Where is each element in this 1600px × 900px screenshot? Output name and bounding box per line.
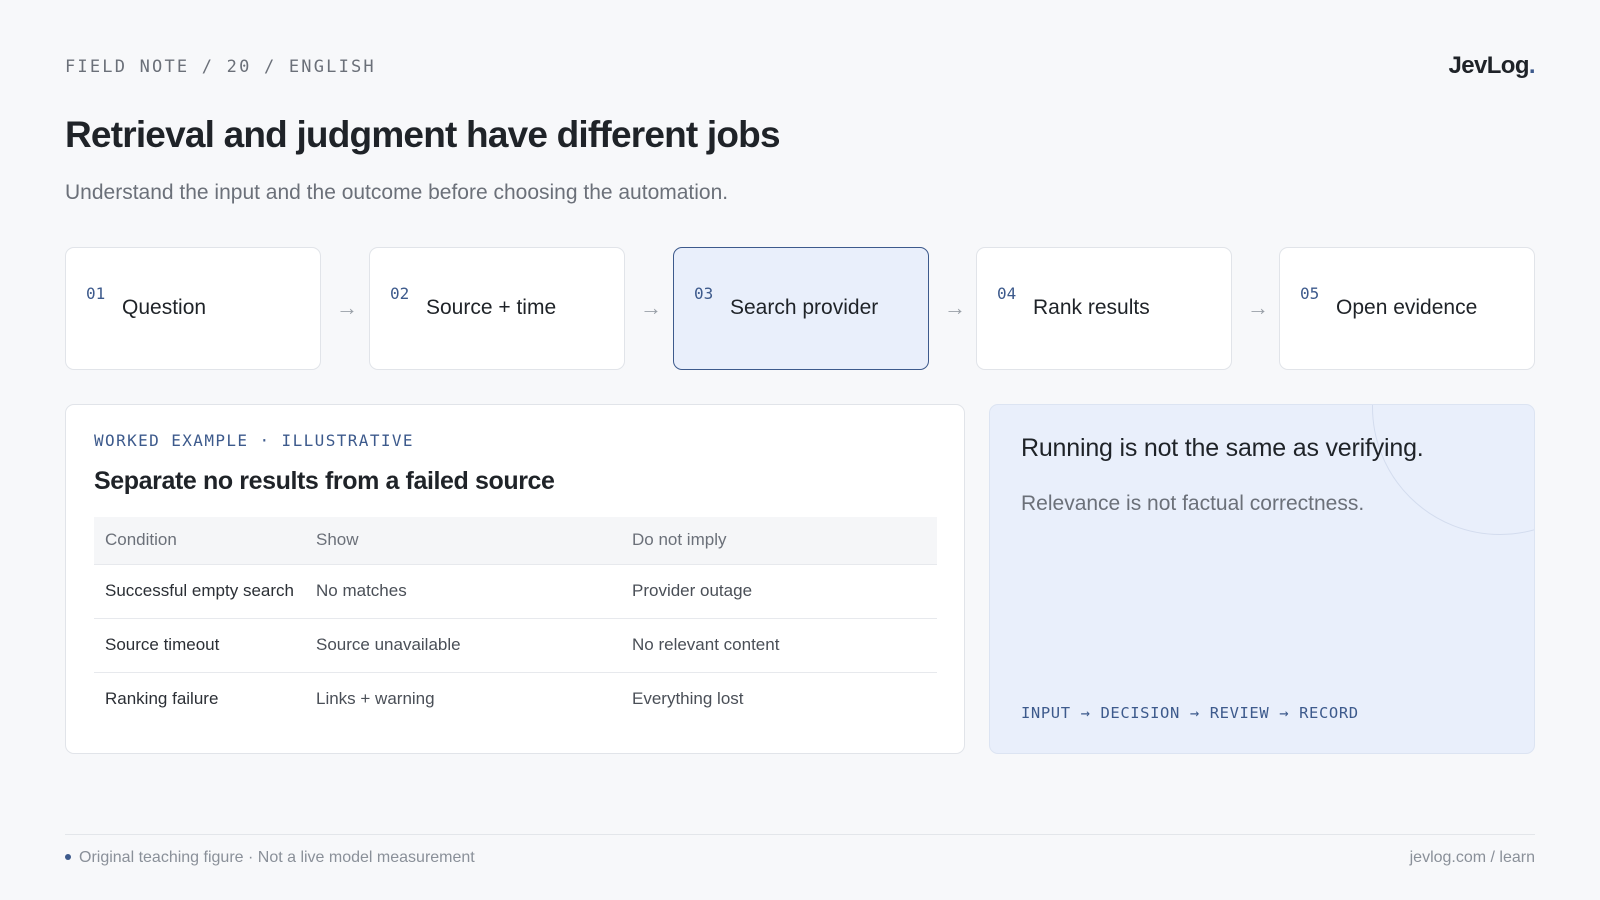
conditions-table: Condition Show Do not imply Successful e… [94,517,937,726]
example-eyebrow: WORKED EXAMPLE · ILLUSTRATIVE [94,431,414,450]
arrow-right-icon: → [336,295,358,320]
cell-condition: Successful empty search [94,564,305,619]
footer-divider [65,834,1535,835]
pipeline-steps: 01 Question → 02 Source + time → 03 Sear… [65,247,1535,370]
cell-do-not-imply: Everything lost [632,688,744,708]
step-label: Source + time [426,296,557,319]
callout-card: Running is not the same as verifying. Re… [989,404,1535,754]
cell-show: Source unavailable [305,618,621,673]
table-row: Successful empty search No matches Provi… [94,564,937,619]
step-number: 02 [390,284,410,303]
step-label: Search provider [730,296,879,319]
brand-logo[interactable]: JevLog. [1448,52,1535,80]
cell-do-not-imply: No relevant content [621,618,937,673]
cell-condition: Source timeout [94,618,305,673]
table-row: Ranking failure Links + warning Everythi… [94,672,937,726]
example-heading: Separate no results from a failed source [94,467,555,495]
arrow-right-icon: → [1247,295,1269,320]
brand-dot: . [1528,52,1536,79]
step-label: Question [122,296,207,319]
brand-name: JevLog [1448,52,1529,79]
bullet-dot-icon [65,853,71,860]
table-header-row: Condition Show Do not imply [94,517,937,565]
step-number: 01 [86,284,106,303]
decorative-circle [1372,405,1534,535]
page-title: Retrieval and judgment have different jo… [65,114,781,155]
step-label: Open evidence [1336,296,1478,319]
step-number: 03 [694,284,714,303]
worked-example-card: WORKED EXAMPLE · ILLUSTRATIVE Separate n… [65,404,965,754]
footer-note-text: Original teaching figure · Not a live mo… [79,849,475,866]
arrow-right-icon: → [944,295,966,320]
step-label: Rank results [1033,296,1150,319]
cell-show: No matches [305,564,621,619]
field-note-kicker: FIELD NOTE / 20 / ENGLISH [65,57,376,77]
step-number: 05 [1300,284,1320,303]
cell-do-not-imply: Provider outage [621,564,937,619]
arrow-right-icon: → [640,295,662,320]
step-open-evidence: 05 Open evidence [1279,247,1535,370]
step-question: 01 Question [65,247,321,370]
table-row: Source timeout Source unavailable No rel… [94,618,937,673]
callout-body: Relevance is not factual correctness. [1021,492,1365,515]
step-search-provider: 03 Search provider [673,247,929,370]
page-subtitle: Understand the input and the outcome bef… [65,181,729,204]
cell-condition: Ranking failure [105,688,219,708]
step-number: 04 [997,284,1017,303]
footer-link[interactable]: jevlog.com / learn [1410,849,1535,867]
column-header-do-not-imply: Do not imply [621,517,937,565]
column-header-condition: Condition [94,517,305,565]
step-source-time: 02 Source + time [369,247,625,370]
step-rank-results: 04 Rank results [976,247,1232,370]
callout-flow: INPUT → DECISION → REVIEW → RECORD [1021,704,1359,722]
cell-show: Links + warning [316,688,435,708]
callout-headline: Running is not the same as verifying. [1021,434,1424,462]
footer-note: Original teaching figure · Not a live mo… [65,849,475,867]
column-header-show: Show [305,517,621,565]
